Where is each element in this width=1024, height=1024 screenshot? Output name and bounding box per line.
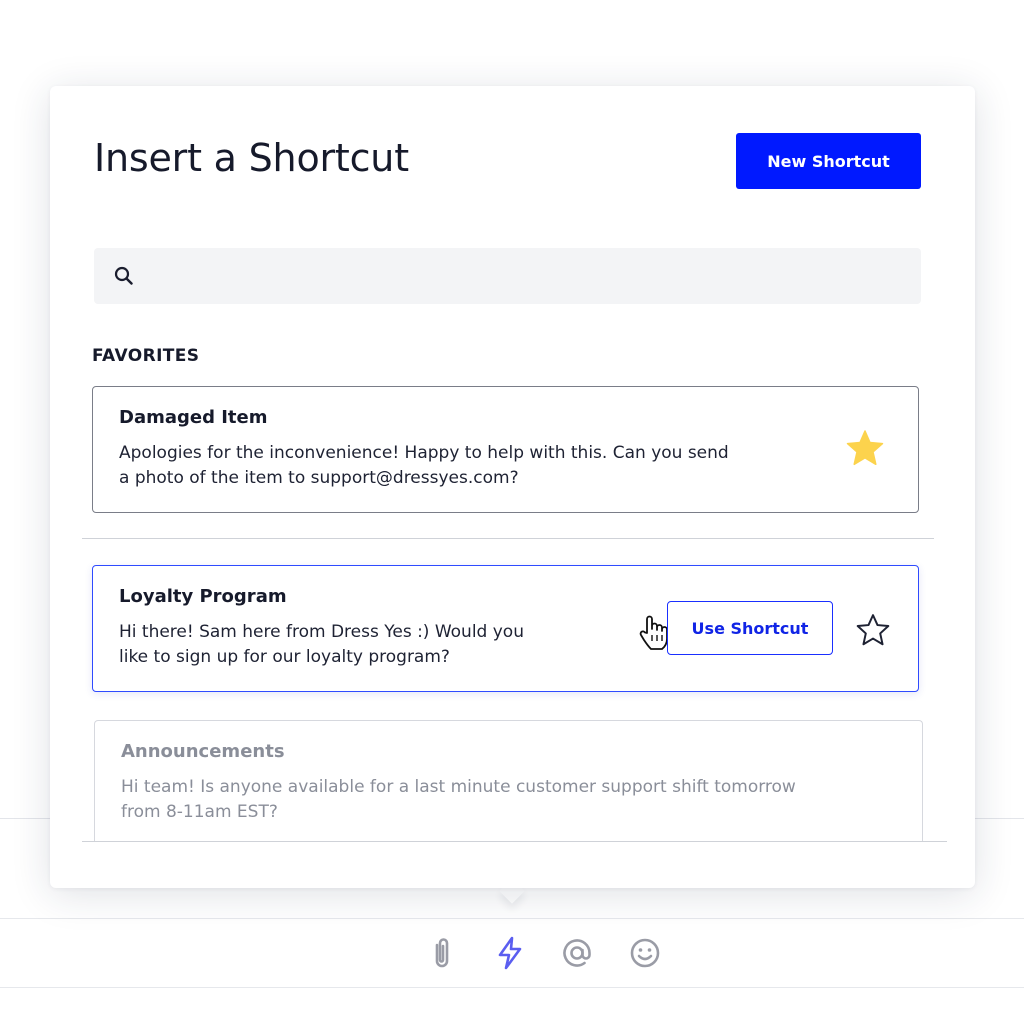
smiley-icon[interactable] (627, 935, 663, 971)
search-bar[interactable] (94, 247, 921, 305)
shortcut-popover: Insert a Shortcut New Shortcut FAVORITES… (50, 86, 975, 888)
section-divider (82, 538, 934, 539)
search-input[interactable] (134, 247, 921, 305)
shortcut-body-line: like to sign up for our loyalty program? (119, 647, 450, 667)
shortcut-title: Announcements (121, 741, 285, 762)
shortcut-card-announcements[interactable]: Announcements Hi team! Is anyone availab… (94, 720, 923, 841)
shortcut-title: Damaged Item (119, 407, 268, 428)
composer-toolbar (0, 918, 1024, 988)
star-outline-icon[interactable] (853, 610, 893, 650)
shortcut-card-loyalty-program[interactable]: Loyalty Program Hi there! Sam here from … (92, 565, 919, 692)
favorites-heading: FAVORITES (92, 346, 200, 366)
popover-title: Insert a Shortcut (94, 136, 409, 180)
shortcut-body-line: Apologies for the inconvenience! Happy t… (119, 443, 729, 463)
shortcut-card-damaged-item[interactable]: Damaged Item Apologies for the inconveni… (92, 386, 919, 513)
lightning-icon[interactable] (492, 935, 528, 971)
shortcut-body-line: from 8-11am EST? (121, 802, 278, 822)
list-bottom-divider (82, 841, 947, 842)
shortcut-body: Hi there! Sam here from Dress Yes :) Wou… (119, 620, 524, 670)
search-icon (114, 266, 134, 286)
use-shortcut-button[interactable]: Use Shortcut (667, 601, 833, 655)
at-sign-icon[interactable] (559, 935, 595, 971)
shortcut-title: Loyalty Program (119, 586, 287, 607)
star-filled-icon[interactable] (845, 428, 885, 468)
shortcut-body-line: Hi there! Sam here from Dress Yes :) Wou… (119, 622, 524, 642)
shortcut-body: Apologies for the inconvenience! Happy t… (119, 441, 729, 491)
shortcut-body-line: Hi team! Is anyone available for a last … (121, 777, 796, 797)
paperclip-icon[interactable] (424, 935, 460, 971)
shortcut-body-line: a photo of the item to support@dressyes.… (119, 468, 519, 488)
hand-cursor-icon (639, 615, 668, 650)
app-stage: Insert a Shortcut New Shortcut FAVORITES… (0, 0, 1024, 1024)
shortcut-body: Hi team! Is anyone available for a last … (121, 775, 796, 825)
new-shortcut-button[interactable]: New Shortcut (736, 133, 921, 189)
